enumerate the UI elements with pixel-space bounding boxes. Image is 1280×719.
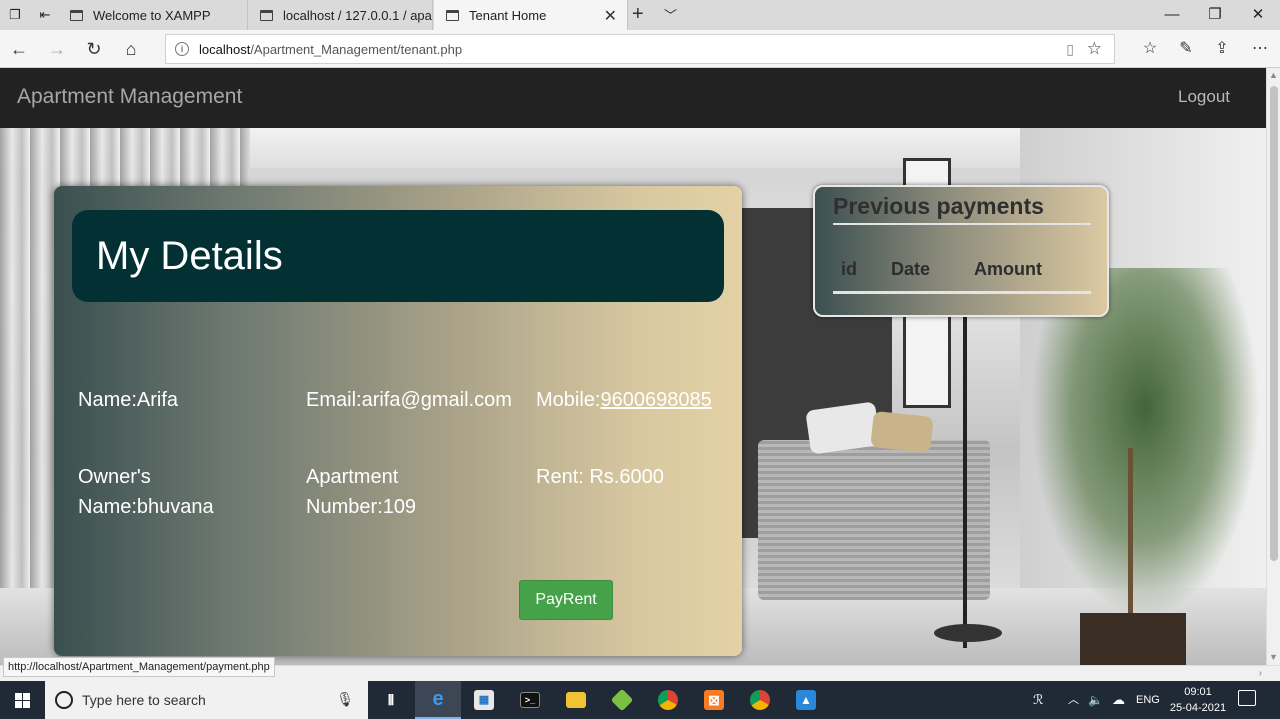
tab-tenant-home[interactable]: Tenant Home ✕: [434, 0, 628, 30]
clock-date: 25-04-2021: [1169, 702, 1227, 714]
owner-name: Owner's Name:bhuvana: [78, 462, 214, 522]
people-icon[interactable]: ℛ: [1033, 681, 1043, 719]
refresh-icon[interactable]: ↻: [81, 37, 107, 61]
browser-nav-bar: ← → ↻ ⌂ i localhost/Apartment_Management…: [0, 30, 1280, 68]
details-title: My Details: [96, 234, 283, 278]
status-bar-url: http://localhost/Apartment_Management/pa…: [3, 657, 275, 677]
page-viewport: Apartment Management Logout My Details N…: [0, 68, 1266, 665]
file-explorer-icon[interactable]: [553, 681, 599, 719]
owner-name-line: Name:bhuvana: [78, 496, 214, 518]
page-icon: [70, 9, 83, 21]
scroll-right-icon[interactable]: ›: [1259, 668, 1262, 679]
notification-center-icon[interactable]: [1238, 690, 1256, 706]
tenant-name: Name:Arifa: [78, 389, 179, 411]
tab-manager-icon[interactable]: ❐: [4, 5, 26, 25]
favorite-star-icon[interactable]: ☆: [1087, 39, 1102, 59]
store-icon[interactable]: ▦: [461, 681, 507, 719]
background-cushion: [870, 410, 934, 454]
reading-view-icon[interactable]: ▯: [1066, 41, 1074, 58]
photos-icon[interactable]: ▲: [783, 681, 829, 719]
apartment-number: Apartment Number:109: [306, 462, 416, 522]
logout-link[interactable]: Logout: [1178, 87, 1230, 107]
tab-welcome-xampp[interactable]: Welcome to XAMPP: [58, 0, 248, 30]
close-window-icon[interactable]: ✕: [1238, 4, 1278, 26]
close-tab-icon[interactable]: ✕: [604, 6, 617, 26]
background-lamp-base: [934, 624, 1002, 642]
column-header-date: Date: [891, 259, 931, 279]
back-icon[interactable]: ←: [6, 37, 32, 61]
tab-label: Welcome to XAMPP: [93, 7, 211, 23]
column-header-amount: Amount: [974, 259, 1042, 279]
bluestacks-icon[interactable]: [599, 681, 645, 719]
share-icon[interactable]: ⇪: [1209, 37, 1235, 61]
task-view-icon[interactable]: ⫴: [368, 681, 414, 719]
scroll-down-icon[interactable]: ▼: [1269, 652, 1278, 662]
page-icon: [260, 9, 273, 21]
chrome-icon[interactable]: [645, 681, 691, 719]
terminal-icon[interactable]: >_: [507, 681, 553, 719]
browser-tab-bar: ❐ ⇤ Welcome to XAMPP localhost / 127.0.0…: [0, 0, 1280, 30]
tenant-mobile: Mobile:9600698085: [536, 385, 712, 415]
taskbar-search[interactable]: Type here to search 🎙: [45, 681, 368, 719]
microphone-icon[interactable]: 🎙: [336, 691, 354, 708]
edge-icon[interactable]: e: [415, 681, 461, 719]
restore-icon[interactable]: ❐: [1195, 4, 1235, 26]
site-brand[interactable]: Apartment Management: [17, 85, 242, 109]
windows-taskbar: Type here to search 🎙 ⫴ e ▦ >_ ⊠ ▲ ℛ ︿ 🔈…: [0, 681, 1280, 719]
forward-icon[interactable]: →: [44, 37, 70, 61]
background-sofa: [758, 440, 990, 600]
divider: [833, 223, 1091, 225]
minimize-icon[interactable]: —: [1152, 4, 1192, 26]
home-icon[interactable]: ⌂: [118, 37, 144, 61]
search-placeholder: Type here to search: [82, 692, 206, 708]
system-clock[interactable]: 09:01 25-04-2021: [1160, 684, 1236, 716]
tenant-email: Email:arifa@gmail.com: [306, 389, 512, 411]
cortana-icon: [55, 691, 73, 709]
new-tab-icon[interactable]: +: [632, 3, 644, 26]
xampp-icon[interactable]: ⊠: [691, 681, 737, 719]
tab-label: localhost / 127.0.0.1 / apartr: [283, 7, 432, 23]
chevron-down-icon[interactable]: ﹀: [664, 5, 677, 24]
address-bar[interactable]: i localhost/Apartment_Management/tenant.…: [165, 34, 1115, 64]
notes-pen-icon[interactable]: ✎: [1173, 37, 1199, 61]
mobile-label: Mobile:: [536, 389, 601, 411]
page-icon: [446, 9, 459, 21]
column-header-id: id: [841, 259, 857, 279]
background-planter: [1080, 613, 1186, 665]
apartment-number-line: Number:109: [306, 496, 417, 518]
tab-phpmyadmin[interactable]: localhost / 127.0.0.1 / apartr: [248, 0, 433, 30]
more-icon[interactable]: ⋯: [1247, 37, 1273, 61]
previous-payments-title: Previous payments: [833, 193, 1044, 219]
owner-name-line: Owner's: [78, 466, 151, 488]
rent-amount: Rent: Rs.6000: [536, 466, 664, 488]
onedrive-cloud-icon[interactable]: ☁: [1112, 681, 1125, 719]
pay-rent-button[interactable]: PayRent: [519, 580, 613, 620]
apartment-number-line: Apartment: [306, 466, 399, 488]
background-plant-stem: [1128, 448, 1133, 618]
previous-payments-card: Previous payments id Date Amount: [813, 185, 1109, 317]
language-indicator[interactable]: ENG: [1136, 681, 1160, 719]
clock-time: 09:01: [1184, 686, 1212, 698]
vertical-scrollbar[interactable]: ▲ ▼: [1266, 68, 1280, 665]
chrome-profile-icon[interactable]: [737, 681, 783, 719]
my-details-card: My Details Name:Arifa Email:arifa@gmail.…: [54, 186, 742, 656]
url-host: localhost: [199, 41, 251, 57]
tab-label: Tenant Home: [469, 7, 547, 23]
volume-icon[interactable]: 🔈: [1088, 681, 1103, 719]
set-tabs-aside-icon[interactable]: ⇤: [34, 5, 56, 25]
scroll-thumb[interactable]: [1270, 86, 1278, 561]
info-icon[interactable]: i: [175, 42, 189, 56]
chevron-up-icon[interactable]: ︿: [1068, 681, 1079, 719]
scroll-up-icon[interactable]: ▲: [1269, 70, 1278, 80]
favorites-icon[interactable]: ☆: [1137, 37, 1163, 61]
divider: [833, 291, 1091, 294]
url-path: /Apartment_Management/tenant.php: [250, 41, 463, 57]
details-header: My Details: [72, 210, 724, 302]
site-header: Apartment Management Logout: [0, 68, 1266, 128]
windows-start-icon[interactable]: [0, 681, 45, 719]
background-plant: [1030, 268, 1260, 618]
mobile-link[interactable]: 9600698085: [600, 389, 711, 411]
